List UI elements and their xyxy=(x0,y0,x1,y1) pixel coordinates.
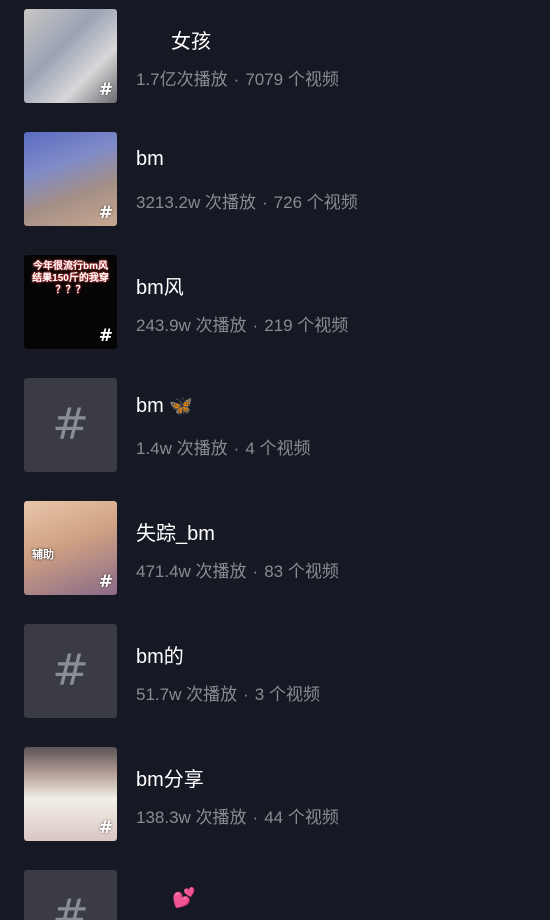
hashtag-title[interactable]: bm分享 xyxy=(136,763,204,792)
separator: · xyxy=(252,316,259,335)
hashtag-title[interactable]: 女孩 xyxy=(171,25,211,54)
hashtag-icon: # xyxy=(98,203,113,223)
thumbnail-caption: 辅助 xyxy=(32,549,54,561)
separator: · xyxy=(262,193,268,212)
hashtag-title[interactable]: bm风 xyxy=(136,271,184,300)
play-count: 1.4w 次播放 xyxy=(136,439,228,458)
play-count: 3213.2w 次播放 xyxy=(136,193,256,212)
hashtag-icon: # xyxy=(52,890,89,920)
video-count: 219 个视频 xyxy=(264,316,349,335)
separator: · xyxy=(252,808,259,827)
video-count: 4 个视频 xyxy=(245,439,311,458)
hashtag-row[interactable]: # bm 🦋 1.4w 次播放 · 4 个视频 xyxy=(0,378,550,472)
hashtag-meta: 1.7亿次播放 · 7079 个视频 xyxy=(136,65,339,90)
hashtag-title[interactable]: 失踪_bm xyxy=(136,517,215,546)
hashtag-thumbnail[interactable]: # xyxy=(24,378,117,472)
hashtag-title-text: bm xyxy=(136,395,164,417)
hashtag-row[interactable]: # 女孩 1.7亿次播放 · 7079 个视频 xyxy=(0,9,550,103)
play-count: 138.3w 次播放 xyxy=(136,808,247,827)
separator: · xyxy=(252,562,259,581)
hashtag-icon: # xyxy=(98,572,113,592)
hashtag-row[interactable]: 辅助 # 失踪_bm 471.4w 次播放 · 83 个视频 xyxy=(0,501,550,595)
play-count: 51.7w 次播放 xyxy=(136,685,238,704)
video-count: 3 个视频 xyxy=(254,685,320,704)
hearts-emoji: 💕 xyxy=(172,888,196,909)
video-count: 726 个视频 xyxy=(273,193,358,212)
separator: · xyxy=(243,685,249,704)
play-count: 471.4w 次播放 xyxy=(136,562,247,581)
hashtag-meta: 243.9w 次播放 · 219 个视频 xyxy=(136,311,348,336)
hashtag-title[interactable]: bm 🦋 xyxy=(136,394,193,418)
hashtag-thumbnail[interactable]: # xyxy=(24,9,117,103)
hashtag-row[interactable]: # bm 3213.2w 次播放 · 726 个视频 xyxy=(0,132,550,226)
hashtag-title[interactable]: bm的 xyxy=(136,640,184,669)
hashtag-icon: # xyxy=(98,818,113,838)
hashtag-thumbnail[interactable]: 辅助 # xyxy=(24,501,117,595)
butterfly-emoji: 🦋 xyxy=(169,396,194,417)
video-count: 44 个视频 xyxy=(264,808,339,827)
hashtag-meta: 1.4w 次播放 · 4 个视频 xyxy=(136,434,311,459)
play-count: 243.9w 次播放 xyxy=(136,316,247,335)
hashtag-thumbnail[interactable]: # xyxy=(24,624,117,718)
hashtag-icon: # xyxy=(98,326,113,346)
hashtag-thumbnail[interactable]: 今年很流行bm风 结果150斤的我穿 ？？？ # xyxy=(24,255,117,349)
hashtag-row[interactable]: # 💕 xyxy=(0,870,550,920)
hashtag-icon: # xyxy=(52,399,89,450)
separator: · xyxy=(233,70,240,89)
video-count: 7079 个视频 xyxy=(245,70,339,89)
hashtag-meta: 51.7w 次播放 · 3 个视频 xyxy=(136,680,320,705)
hashtag-thumbnail[interactable]: # xyxy=(24,747,117,841)
hashtag-thumbnail[interactable]: # xyxy=(24,132,117,226)
separator: · xyxy=(233,439,240,458)
hashtag-meta: 3213.2w 次播放 · 726 个视频 xyxy=(136,188,358,213)
hashtag-row[interactable]: # bm的 51.7w 次播放 · 3 个视频 xyxy=(0,624,550,718)
hashtag-icon: # xyxy=(98,80,113,100)
hashtag-icon: # xyxy=(52,645,89,696)
video-count: 83 个视频 xyxy=(264,562,339,581)
hashtag-meta: 471.4w 次播放 · 83 个视频 xyxy=(136,557,339,582)
hashtag-meta: 138.3w 次播放 · 44 个视频 xyxy=(136,803,339,828)
play-count: 1.7亿次播放 xyxy=(136,70,228,89)
thumbnail-caption: 今年很流行bm风 结果150斤的我穿 ？？？ xyxy=(32,261,109,296)
hashtag-title[interactable]: bm xyxy=(136,148,164,171)
hashtag-row[interactable]: # bm分享 138.3w 次播放 · 44 个视频 xyxy=(0,747,550,841)
hashtag-thumbnail[interactable]: # xyxy=(24,870,117,920)
hashtag-row[interactable]: 今年很流行bm风 结果150斤的我穿 ？？？ # bm风 243.9w 次播放 ·… xyxy=(0,255,550,349)
